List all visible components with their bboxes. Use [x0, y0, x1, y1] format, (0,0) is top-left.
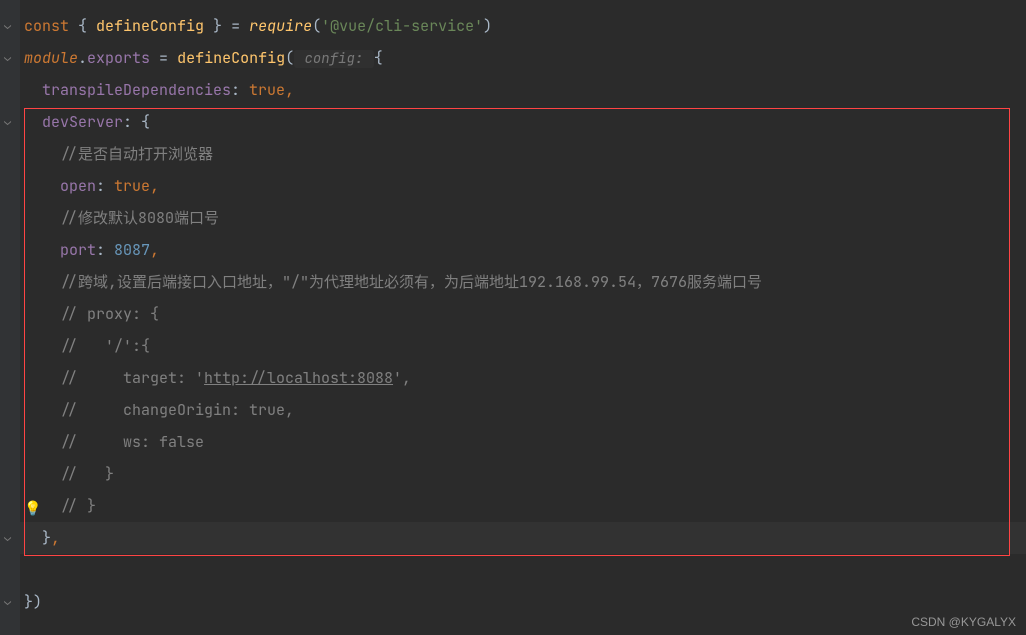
- comment: //修改默认8080端口号: [60, 208, 219, 228]
- fold-marker[interactable]: ⌄: [4, 529, 14, 539]
- property-devServer: devServer: [42, 112, 123, 132]
- comment: // ws: false: [60, 432, 204, 452]
- property-transpileDependencies: transpileDependencies: [42, 80, 231, 100]
- identifier-defineConfig: defineConfig: [96, 16, 204, 36]
- fold-marker[interactable]: ⌄: [4, 49, 14, 59]
- code-line[interactable]: // '/':{: [20, 330, 1026, 362]
- comment: //是否自动打开浏览器: [60, 144, 213, 164]
- code-line[interactable]: [20, 554, 1026, 586]
- keyword-true: true: [114, 176, 150, 196]
- fold-marker[interactable]: ⌄: [4, 593, 14, 603]
- keyword-module: module: [24, 48, 78, 68]
- comment: // '/':{: [60, 336, 150, 356]
- property-exports: exports: [87, 48, 150, 68]
- comment: // }: [60, 496, 96, 516]
- comment: // changeOrigin: true,: [60, 400, 294, 420]
- code-line[interactable]: // }: [20, 490, 1026, 522]
- code-line[interactable]: }): [20, 586, 1026, 618]
- code-line-current[interactable]: },: [20, 522, 1026, 554]
- string-literal: '@vue/cli-service': [321, 16, 483, 36]
- code-line[interactable]: //跨域,设置后端接口入口地址，"/"为代理地址必须有，为后端地址192.168…: [20, 266, 1026, 298]
- code-line[interactable]: port: 8087,: [20, 234, 1026, 266]
- property-port: port: [60, 240, 96, 260]
- comment: // }: [60, 464, 114, 484]
- code-line[interactable]: // }: [20, 458, 1026, 490]
- function-require: require: [249, 16, 312, 36]
- code-line[interactable]: // target: 'http://localhost:8088',: [20, 362, 1026, 394]
- code-line[interactable]: const { defineConfig } = require('@vue/c…: [20, 10, 1026, 42]
- watermark-text: CSDN @KYGALYX: [911, 615, 1016, 629]
- code-editor[interactable]: const { defineConfig } = require('@vue/c…: [0, 0, 1026, 618]
- code-line[interactable]: devServer: {: [20, 106, 1026, 138]
- code-line[interactable]: //修改默认8080端口号: [20, 202, 1026, 234]
- keyword-true: true: [249, 80, 285, 100]
- code-line[interactable]: //是否自动打开浏览器: [20, 138, 1026, 170]
- intention-bulb-icon[interactable]: 💡: [24, 500, 41, 518]
- code-line[interactable]: // ws: false: [20, 426, 1026, 458]
- inlay-hint: config:: [294, 50, 374, 68]
- fold-marker[interactable]: ⌄: [4, 113, 14, 123]
- comment-url: http://localhost:8088: [204, 368, 393, 388]
- keyword-const: const: [24, 16, 69, 36]
- function-defineConfig: defineConfig: [177, 48, 285, 68]
- comment: // proxy: {: [60, 304, 159, 324]
- code-line[interactable]: module.exports = defineConfig( config: {: [20, 42, 1026, 74]
- editor-gutter: ⌄ ⌄ ⌄ ⌄ ⌄: [0, 0, 20, 635]
- code-line[interactable]: open: true,: [20, 170, 1026, 202]
- code-line[interactable]: // changeOrigin: true,: [20, 394, 1026, 426]
- number-literal: 8087: [114, 240, 150, 260]
- code-line[interactable]: transpileDependencies: true,: [20, 74, 1026, 106]
- fold-marker[interactable]: ⌄: [4, 17, 14, 27]
- comment: // target: ': [60, 368, 204, 388]
- comment: //跨域,设置后端接口入口地址，"/"为代理地址必须有，为后端地址192.168…: [60, 272, 762, 292]
- property-open: open: [60, 176, 96, 196]
- code-line[interactable]: // proxy: {: [20, 298, 1026, 330]
